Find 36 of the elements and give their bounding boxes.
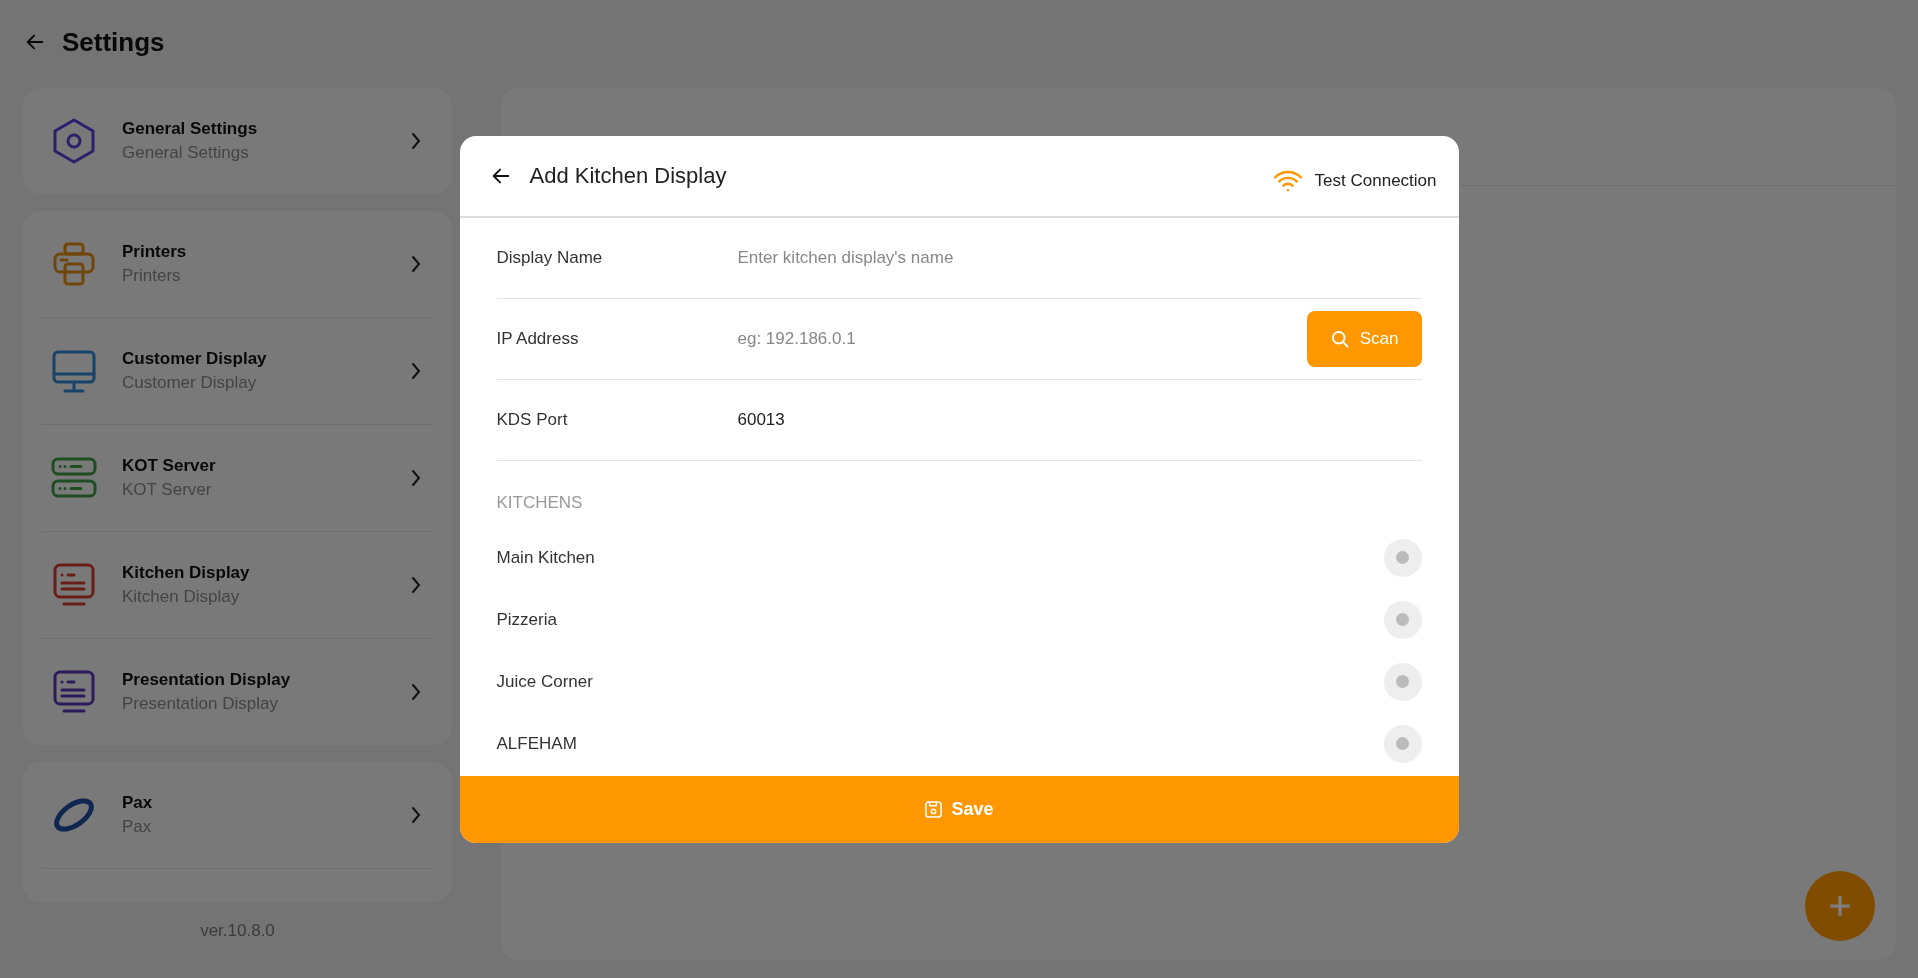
kitchen-name: Pizzeria — [496, 609, 557, 630]
plus-icon — [1827, 893, 1853, 919]
chevron-right-icon — [411, 469, 421, 487]
kitchen-name: ALFEHAM — [496, 733, 577, 754]
kitchen-name: Juice Corner — [496, 671, 593, 692]
section-heading: KITCHENS — [496, 492, 584, 513]
kitchen-name: Main Kitchen — [496, 547, 595, 568]
item-title: Printers — [122, 242, 188, 262]
wifi-icon — [1272, 168, 1303, 193]
chevron-right-icon — [411, 806, 421, 824]
chevron-right-icon — [411, 255, 421, 273]
chevron-right-icon — [411, 576, 421, 594]
dialog-title: Add Kitchen Display — [529, 162, 728, 189]
chevron-right-icon — [411, 683, 421, 701]
input-field[interactable]: 60013 — [737, 405, 1422, 434]
radio-button[interactable] — [1383, 538, 1422, 577]
chevron-right-icon — [411, 362, 421, 380]
item-title: Pax — [122, 793, 154, 813]
page-title: Settings — [62, 26, 165, 58]
field-label: Display Name — [496, 247, 604, 268]
item-title: Presentation Display — [122, 670, 292, 690]
chevron-right-icon — [411, 132, 421, 150]
radio-button[interactable] — [1383, 600, 1422, 639]
item-title: General Settings — [122, 119, 259, 139]
test-connection-button[interactable]: Test Connection — [1272, 158, 1437, 193]
search-icon — [1329, 328, 1350, 349]
field-label: IP Address — [496, 328, 580, 349]
item-title: KOT Server — [122, 456, 217, 476]
item-title: Customer Display — [122, 349, 268, 369]
item-title: Kitchen Display — [122, 563, 251, 583]
radio-button[interactable] — [1383, 724, 1422, 763]
field-label: KDS Port — [496, 409, 569, 430]
radio-button[interactable] — [1383, 662, 1422, 701]
version-label: ver.10.8.0 — [200, 921, 275, 941]
input-field[interactable]: eg: 192.186.0.1 — [737, 324, 1307, 353]
input-field[interactable]: Enter kitchen display's name — [737, 243, 1422, 272]
